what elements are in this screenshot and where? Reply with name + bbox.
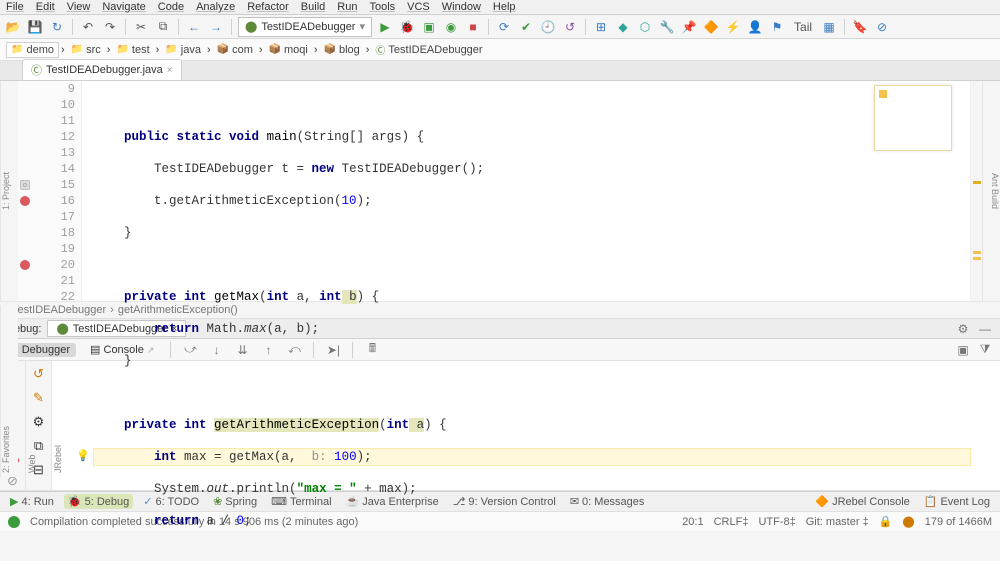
menu-analyze[interactable]: Analyze (196, 1, 235, 13)
editor-tabs: Ⓒ TestIDEADebugger.java × (0, 61, 1000, 81)
code-minimap[interactable] (874, 85, 952, 151)
pin-icon[interactable]: 📌 (680, 18, 698, 36)
history-icon[interactable]: 🕘 (539, 18, 557, 36)
marker-column[interactable]: o (18, 81, 32, 301)
menu-code[interactable]: Code (158, 1, 184, 13)
menu-help[interactable]: Help (493, 1, 516, 13)
crumb-java[interactable]: 📁java (161, 43, 205, 57)
filter-icon[interactable]: ⧩ (976, 341, 994, 359)
breakpoint-icon[interactable] (20, 196, 30, 206)
debug-icon[interactable]: 🐞 (398, 18, 416, 36)
profile-icon[interactable]: ◉ (442, 18, 460, 36)
menu-tools[interactable]: Tools (369, 1, 395, 13)
menu-window[interactable]: Window (442, 1, 481, 13)
editor-tab[interactable]: Ⓒ TestIDEADebugger.java × (22, 59, 182, 80)
intention-bulb-icon[interactable]: 💡 (76, 449, 90, 465)
tool-web[interactable]: Web (27, 309, 37, 473)
sync-icon[interactable]: ↻ (48, 18, 66, 36)
run-config-selector[interactable]: ⬤ TestIDEADebugger ▾ (238, 17, 372, 37)
update-icon[interactable]: ⟳ (495, 18, 513, 36)
crumb-test[interactable]: 📁test (112, 43, 153, 57)
cyan2-icon[interactable]: ⬡ (636, 18, 654, 36)
menu-edit[interactable]: Edit (36, 1, 55, 13)
editor-split: 1: Project 7: Structure o 9 10 11 12 13 … (0, 81, 1000, 301)
menu-run[interactable]: Run (337, 1, 357, 13)
menu-bar: File Edit View Navigate Code Analyze Ref… (0, 0, 1000, 15)
crumb-moqi[interactable]: 📦moqi (265, 43, 312, 57)
override-icon[interactable]: o (20, 180, 30, 190)
code-area[interactable]: public static void main(String[] args) {… (82, 81, 970, 301)
cut-icon[interactable]: ✂ (132, 18, 150, 36)
coverage-icon[interactable]: ▣ (420, 18, 438, 36)
menu-view[interactable]: View (67, 1, 91, 13)
flag-icon[interactable]: ⚑ (768, 18, 786, 36)
main-toolbar: 📂 💾 ↻ ↶ ↷ ✂ ⧉ ← → ⬤ TestIDEADebugger ▾ ▶… (0, 15, 1000, 39)
crumb-src[interactable]: 📁src (67, 43, 105, 57)
menu-refactor[interactable]: Refactor (247, 1, 289, 13)
open-icon[interactable]: 📂 (4, 18, 22, 36)
run-icon[interactable]: ▶ (376, 18, 394, 36)
menu-vcs[interactable]: VCS (407, 1, 430, 13)
revert-icon[interactable]: ↺ (561, 18, 579, 36)
forward-icon[interactable]: → (207, 18, 225, 36)
commit-icon[interactable]: ✔ (517, 18, 535, 36)
left-tool-stripe[interactable]: 1: Project 7: Structure (0, 81, 18, 301)
structure-icon[interactable]: ⊞ (592, 18, 610, 36)
agent-icon[interactable]: 👤 (746, 18, 764, 36)
forbid-icon[interactable]: ⊘ (873, 18, 891, 36)
bookmark-icon[interactable]: 🔖 (851, 18, 869, 36)
close-tab-icon[interactable]: × (167, 65, 173, 76)
tail-label[interactable]: Tail (790, 18, 816, 36)
overview-ruler[interactable] (970, 81, 982, 301)
save-all-icon[interactable]: 💾 (26, 18, 44, 36)
jrebel-icon[interactable]: 🔶 (702, 18, 720, 36)
minimize-icon[interactable]: — (976, 320, 994, 338)
crumb-com[interactable]: 📦com (213, 43, 257, 57)
tool-favorites[interactable]: 2: Favorites (1, 309, 11, 473)
status-ok-icon (8, 516, 20, 528)
menu-file[interactable]: File (6, 1, 24, 13)
crumb-class[interactable]: ⒸTestIDEADebugger (371, 41, 486, 58)
right-tool-stripe[interactable]: Ant Build Database Bean Validation Maven… (982, 81, 1000, 301)
crumb-demo[interactable]: 📁demo (6, 42, 59, 58)
tool-antbuild[interactable]: Ant Build (990, 173, 1000, 209)
line-number-gutter[interactable]: 9 10 11 12 13 14 15 16 17 18 19 20 21 22 (32, 81, 82, 301)
breakpoint-icon[interactable] (20, 260, 30, 270)
tool-run[interactable]: ▶4: Run (6, 494, 58, 509)
nav-breadcrumbs: 📁demo› 📁src› 📁test› 📁java› 📦com› 📦moqi› … (0, 39, 1000, 61)
cyan1-icon[interactable]: ◆ (614, 18, 632, 36)
class-icon: Ⓒ (31, 62, 42, 78)
grid-icon[interactable]: ▦ (820, 18, 838, 36)
tool-project[interactable]: 1: Project (1, 172, 11, 210)
tool-jrebel-side[interactable]: JRebel (53, 309, 63, 473)
stop-icon[interactable]: ■ (464, 18, 482, 36)
lightning-icon[interactable]: ⚡ (724, 18, 742, 36)
back-icon[interactable]: ← (185, 18, 203, 36)
redo-icon[interactable]: ↷ (101, 18, 119, 36)
wrench-icon[interactable]: 🔧 (658, 18, 676, 36)
menu-navigate[interactable]: Navigate (102, 1, 145, 13)
code-editor[interactable]: o 9 10 11 12 13 14 15 16 17 18 19 20 21 … (18, 81, 982, 301)
crumb-blog[interactable]: 📦blog (320, 43, 364, 57)
run-config-label: TestIDEADebugger (261, 21, 355, 33)
menu-build[interactable]: Build (301, 1, 325, 13)
copy-icon[interactable]: ⧉ (154, 18, 172, 36)
editor-tab-label: TestIDEADebugger.java (46, 64, 163, 76)
undo-icon[interactable]: ↶ (79, 18, 97, 36)
